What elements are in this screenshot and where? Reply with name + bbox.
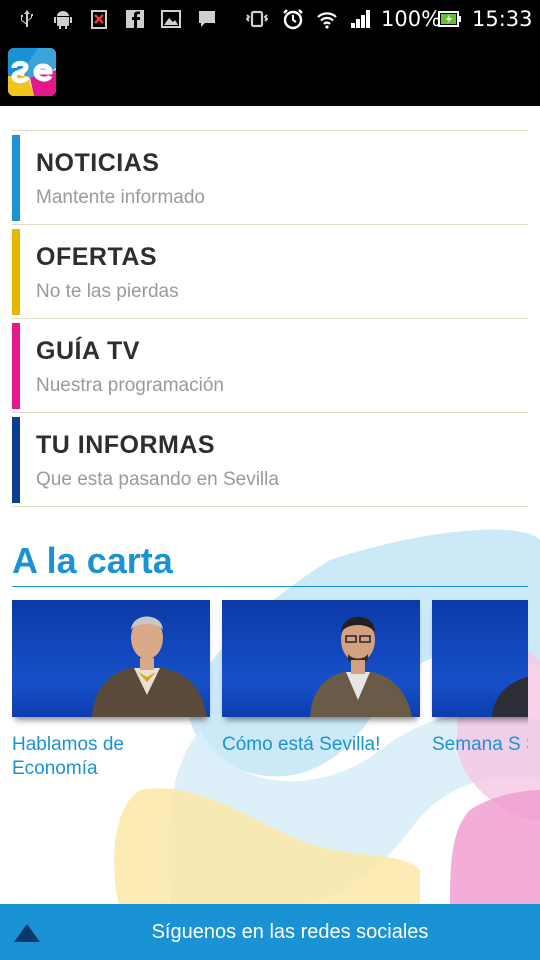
menu-color-bar bbox=[12, 417, 20, 503]
clock: 15:33 bbox=[472, 7, 533, 31]
menu-color-bar bbox=[12, 135, 20, 221]
menu-item-title: TU INFORMAS bbox=[36, 431, 216, 459]
image-icon bbox=[161, 10, 181, 28]
presenter-image bbox=[92, 616, 207, 717]
presenter-image bbox=[310, 616, 412, 717]
menu-item-subtitle: Que esta pasando en Sevilla bbox=[36, 469, 279, 490]
card-title: Hablamos de Economía bbox=[12, 734, 124, 779]
menu-item-title: NOTICIAS bbox=[36, 149, 160, 177]
alarm-icon bbox=[283, 9, 303, 30]
main-menu: NOTICIAS Mantente informado OFERTAS No t… bbox=[12, 130, 528, 507]
social-footer-bar[interactable]: Síguenos en las redes sociales bbox=[0, 904, 540, 960]
menu-color-bar bbox=[12, 229, 20, 315]
menu-item-subtitle: Nuestra programación bbox=[36, 375, 224, 396]
android-debug-icon bbox=[54, 11, 72, 29]
section-title: A la carta bbox=[12, 540, 173, 581]
menu-item-subtitle: No te las pierdas bbox=[36, 281, 179, 302]
menu-item-title: OFERTAS bbox=[36, 243, 158, 271]
carta-card[interactable]: Semana S Sevilla bbox=[432, 600, 528, 757]
menu-color-bar bbox=[12, 323, 20, 409]
app-bar bbox=[0, 38, 540, 106]
battery-icon bbox=[438, 11, 461, 27]
carta-card[interactable]: Hablamos de Economía bbox=[12, 600, 210, 781]
facebook-icon bbox=[126, 10, 144, 28]
vibrate-icon bbox=[246, 10, 268, 28]
card-thumbnail bbox=[432, 600, 528, 717]
no-sim-icon bbox=[91, 10, 107, 29]
footer-label: Síguenos en las redes sociales bbox=[151, 921, 429, 943]
card-title: Cómo está Sevilla! bbox=[222, 734, 381, 755]
usb-icon bbox=[21, 10, 33, 27]
carta-card[interactable]: Cómo está Sevilla! bbox=[222, 600, 420, 757]
menu-item-ofertas[interactable]: OFERTAS No te las pierdas bbox=[12, 224, 528, 318]
signal-icon bbox=[351, 10, 370, 28]
menu-item-title: GUÍA TV bbox=[36, 337, 140, 365]
menu-item-subtitle: Mantente informado bbox=[36, 187, 205, 208]
battery-percent: 100% bbox=[381, 7, 442, 31]
card-thumbnail bbox=[12, 600, 210, 717]
card-title: Semana S Sevilla bbox=[432, 734, 528, 755]
wifi-icon bbox=[317, 12, 337, 29]
presenter-image bbox=[492, 676, 528, 717]
carta-carousel[interactable]: Hablamos de Economía Cómo está Sevilla! bbox=[12, 600, 528, 800]
status-bar: 100% 15:33 bbox=[0, 0, 540, 38]
chat-icon bbox=[199, 11, 215, 27]
logo-graphic bbox=[8, 48, 56, 96]
menu-item-tu-informas[interactable]: TU INFORMAS Que esta pasando en Sevilla bbox=[12, 412, 528, 507]
menu-item-noticias[interactable]: NOTICIAS Mantente informado bbox=[12, 130, 528, 224]
menu-item-guia-tv[interactable]: GUÍA TV Nuestra programación bbox=[12, 318, 528, 412]
card-thumbnail bbox=[222, 600, 420, 717]
app-logo[interactable] bbox=[8, 48, 56, 96]
section-divider bbox=[12, 586, 528, 587]
